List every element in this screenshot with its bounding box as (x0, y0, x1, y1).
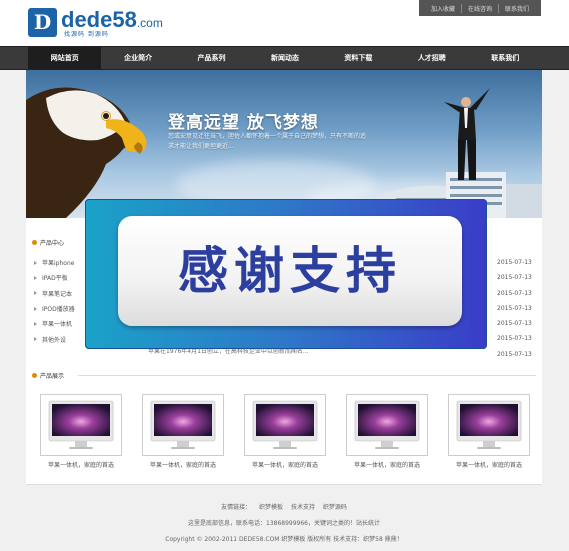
site-logo[interactable]: D dede58.com 找源码 到源码 (28, 7, 178, 38)
imac-image (252, 400, 318, 449)
footer-links-label: 友情链接： (221, 504, 252, 511)
products-section-title: 产品中心 (32, 236, 64, 248)
site-header: D dede58.com 找源码 到源码 加入收藏 在线咨询 联系我们 (0, 0, 569, 46)
gallery-item[interactable]: 苹果一体机，家庭的首选 (40, 394, 122, 474)
gallery-caption[interactable]: 苹果一体机，家庭的首选 (40, 460, 122, 469)
gallery-caption[interactable]: 苹果一体机，家庭的首选 (142, 460, 224, 469)
nav-item-products[interactable]: 产品系列 (175, 47, 248, 69)
footer-link[interactable]: 技术支持 (291, 504, 315, 511)
news-date: 2015-07-13 (497, 304, 532, 312)
thanks-overlay: 感谢支持 (85, 199, 487, 349)
top-link-contact[interactable]: 联系我们 (499, 4, 535, 13)
news-date: 2015-07-13 (497, 335, 532, 343)
gallery-caption[interactable]: 苹果一体机，家庭的首选 (346, 460, 428, 469)
gallery-item[interactable]: 苹果一体机，家庭的首选 (142, 394, 224, 474)
news-date: 2015-07-13 (497, 350, 532, 358)
nav-item-downloads[interactable]: 资料下载 (322, 47, 395, 69)
footer-link[interactable]: 织梦源码 (323, 504, 347, 511)
footer-link[interactable]: 织梦模板 (259, 504, 283, 511)
news-dates: 2015-07-13 2015-07-13 2015-07-13 2015-07… (497, 255, 537, 362)
news-date: 2015-07-13 (497, 274, 532, 282)
businessman-image (444, 88, 490, 180)
thanks-overlay-text: 感谢支持 (178, 242, 402, 300)
top-link-favorite[interactable]: 加入收藏 (425, 3, 462, 13)
nav-item-home[interactable]: 网站首页 (28, 47, 102, 69)
product-thumbnail[interactable] (244, 394, 326, 456)
thanks-overlay-card: 感谢支持 (118, 216, 462, 326)
showcase-section-title: 产品展示 (32, 369, 536, 381)
nav-item-news[interactable]: 新闻动态 (248, 47, 321, 69)
footer-contact: 这里是底部信息，联系电话：13868999966，关键词之类的！站长统计 (188, 520, 380, 527)
top-link-consult[interactable]: 在线咨询 (462, 3, 499, 13)
banner-slogan: 登高远望 放飞梦想 (168, 113, 319, 133)
gallery-caption[interactable]: 苹果一体机，家庭的首选 (448, 460, 530, 469)
nav-item-jobs[interactable]: 人才招聘 (395, 47, 468, 69)
footer-copyright: Copyright © 2002-2011 DEDE58.COM 织梦模板 版权… (165, 536, 403, 543)
gallery-item[interactable]: 苹果一体机，家庭的首选 (346, 394, 428, 474)
imac-image (48, 400, 114, 449)
bullet-icon (32, 239, 37, 245)
section-divider (78, 375, 536, 376)
gallery-caption[interactable]: 苹果一体机，家庭的首选 (244, 460, 326, 469)
news-date: 2015-07-13 (497, 320, 532, 328)
hero-banner: 登高远望 放飞梦想 您或安意见迁往当飞，胆佐人都怀抱着一个属于自己的梦想，只有不… (26, 70, 542, 218)
site-footer: 友情链接： 织梦模板 技术支持 织梦源码 这里是底部信息，联系电话：138689… (26, 484, 542, 551)
product-thumbnail[interactable] (40, 394, 122, 456)
eagle-image (26, 87, 147, 218)
news-date: 2015-07-13 (497, 259, 532, 266)
banner-subtext: 您或安意见迁往当飞，胆佐人都怀抱着一个属于自己的梦想，只有不断的追求才能让我们更… (168, 133, 367, 150)
top-links: 加入收藏 在线咨询 联系我们 (418, 0, 541, 16)
imac-image (456, 400, 522, 449)
nav-item-contact[interactable]: 联系我们 (469, 47, 542, 69)
nav-item-about[interactable]: 企业简介 (101, 47, 174, 69)
logo-mark: D (28, 8, 57, 37)
product-thumbnail[interactable] (448, 394, 530, 456)
imac-image (354, 400, 420, 449)
product-gallery: 苹果一体机，家庭的首选 苹果一体机，家庭的首选 苹果一体机，家庭的首选 苹果一体… (40, 394, 530, 474)
footer-links: 友情链接： 织梦模板 技术支持 织梦源码 (26, 502, 542, 511)
gallery-item[interactable]: 苹果一体机，家庭的首选 (448, 394, 530, 474)
imac-image (150, 400, 216, 449)
bullet-icon (32, 372, 37, 378)
gallery-item[interactable]: 苹果一体机，家庭的首选 (244, 394, 326, 474)
main-nav: 网站首页 企业简介 产品系列 新闻动态 资料下载 人才招聘 联系我们 (0, 46, 569, 70)
product-thumbnail[interactable] (346, 394, 428, 456)
product-thumbnail[interactable] (142, 394, 224, 456)
logo-tagline: 找源码 到源码 (64, 31, 109, 38)
news-date: 2015-07-13 (497, 289, 532, 297)
